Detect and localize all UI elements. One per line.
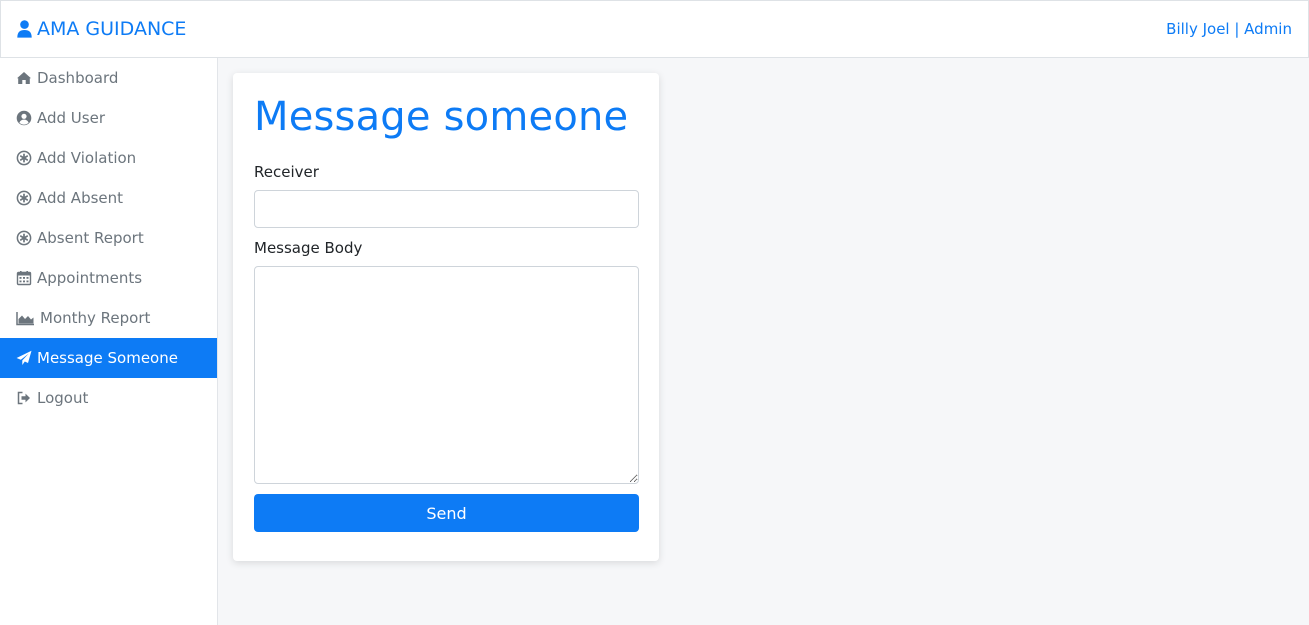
asterisk-circle-icon [16, 150, 32, 166]
sign-out-icon [16, 390, 32, 406]
receiver-input[interactable] [254, 190, 639, 228]
brand-link[interactable]: AMA GUIDANCE [17, 18, 186, 40]
sidebar-item-label: Monthy Report [40, 309, 151, 327]
sidebar-item-label: Dashboard [37, 69, 119, 87]
sidebar-item-label: Add User [37, 109, 105, 127]
sidebar-item-label: Add Violation [37, 149, 137, 167]
send-button[interactable]: Send [254, 494, 639, 532]
sidebar-item-logout[interactable]: Logout [0, 378, 217, 418]
brand-label: AMA GUIDANCE [37, 18, 187, 40]
sidebar-item-label: Appointments [37, 269, 143, 287]
sidebar-item-absent-report[interactable]: Absent Report [0, 218, 217, 258]
sidebar-item-monthy-report[interactable]: Monthy Report [0, 298, 217, 338]
sidebar-item-appointments[interactable]: Appointments [0, 258, 217, 298]
sidebar-item-add-violation[interactable]: Add Violation [0, 138, 217, 178]
home-icon [16, 70, 32, 86]
asterisk-circle-icon [16, 190, 32, 206]
page-title: Message someone [254, 94, 629, 140]
sidebar-item-message-someone[interactable]: Message Someone [0, 338, 217, 378]
sidebar-item-label: Absent Report [37, 229, 144, 247]
user-circle-icon [16, 110, 32, 126]
message-form-card: Message someone Receiver Message Body Se… [233, 73, 659, 561]
sidebar-item-dashboard[interactable]: Dashboard [0, 58, 217, 98]
receiver-label: Receiver [254, 163, 319, 181]
user-icon [17, 20, 32, 38]
area-chart-icon [16, 310, 35, 326]
calendar-icon [16, 270, 32, 286]
paper-plane-icon [16, 350, 32, 366]
sidebar-item-add-absent[interactable]: Add Absent [0, 178, 217, 218]
top-navbar: AMA GUIDANCE Billy Joel | Admin [0, 0, 1309, 58]
sidebar-item-label: Logout [37, 389, 89, 407]
sidebar-item-label: Add Absent [37, 189, 124, 207]
message-body-label: Message Body [254, 239, 363, 257]
message-body-textarea[interactable] [254, 266, 639, 484]
sidebar-item-label: Message Someone [37, 349, 178, 367]
sidebar-item-add-user[interactable]: Add User [0, 98, 217, 138]
user-account-link[interactable]: Billy Joel | Admin [1166, 20, 1292, 38]
asterisk-circle-icon [16, 230, 32, 246]
sidebar: Dashboard Add User Add Violation Add Abs… [0, 58, 218, 625]
